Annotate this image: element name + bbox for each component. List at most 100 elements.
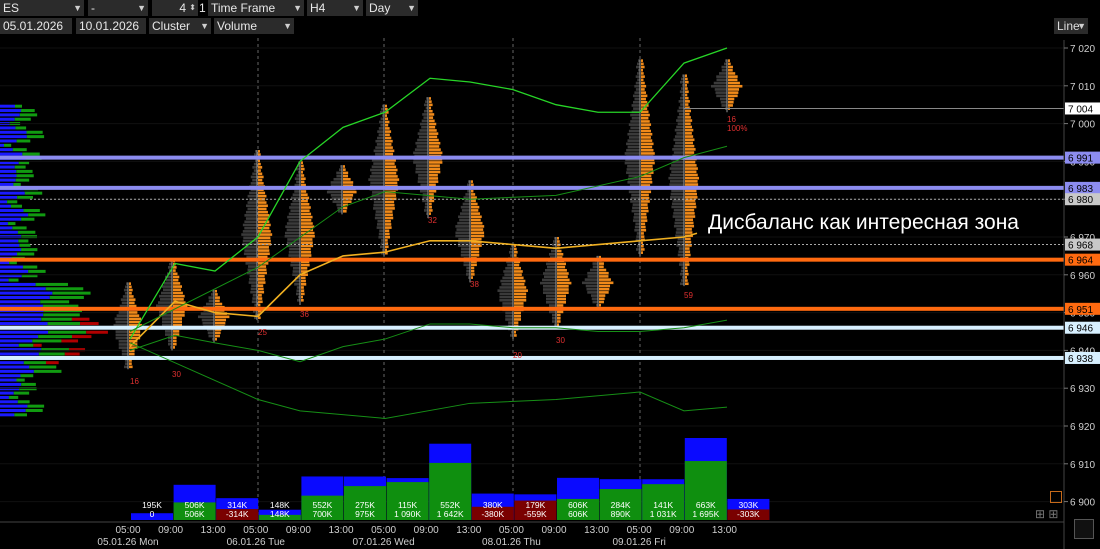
- cluster-level-ask: [641, 161, 655, 165]
- cluster-level-volume: [627, 139, 640, 142]
- profile-level-sell: [0, 369, 34, 373]
- cluster-level-volume: [673, 138, 684, 142]
- time-tick-label: 13:00: [328, 525, 353, 536]
- cluster-level-ask: [129, 365, 133, 369]
- profile-level-buy: [45, 287, 84, 291]
- cluster-level-volume: [296, 174, 300, 177]
- cluster-level-ask: [599, 281, 614, 285]
- cluster-level-volume: [288, 219, 300, 222]
- profile-level-sell: [0, 143, 4, 147]
- cluster-level-ask: [514, 282, 525, 286]
- cluster-chart[interactable]: 195K0506K506K314K-314K148K148K552K700K27…: [0, 0, 1100, 549]
- cluster-level-volume: [371, 165, 384, 169]
- cluster-level-volume: [631, 116, 640, 120]
- cluster-level-volume: [250, 175, 257, 179]
- cluster-level-volume: [503, 270, 513, 273]
- cluster-level-ask: [641, 84, 647, 88]
- cluster-level-ask: [301, 247, 311, 251]
- cluster-level-ask: [385, 136, 392, 140]
- cluster-level-ask: [385, 114, 387, 117]
- cluster-level-volume: [587, 271, 598, 275]
- cluster-level-volume: [635, 75, 640, 78]
- cluster-level-ask: [728, 62, 731, 66]
- cluster-level-volume: [380, 245, 384, 249]
- cluster-level-volume: [294, 177, 300, 180]
- cluster-level-ask: [129, 317, 142, 321]
- cluster-level-volume: [714, 88, 727, 91]
- price-tick-label: 6 910: [1070, 460, 1095, 471]
- cluster-level-volume: [540, 281, 556, 285]
- profile-level-buy: [20, 109, 35, 113]
- cluster-level-ask: [685, 231, 693, 234]
- cluster-level-volume: [165, 333, 172, 336]
- cluster-level-volume: [630, 120, 640, 123]
- price-axis[interactable]: 7 0207 0107 0006 9906 9806 9706 9606 950…: [1063, 40, 1095, 549]
- cluster-level-volume: [549, 310, 556, 314]
- cluster-level-volume: [590, 268, 598, 272]
- cluster-level-volume: [368, 178, 384, 181]
- cluster-level-ask: [301, 299, 304, 302]
- cluster-level-ask: [258, 249, 270, 252]
- cluster-level-volume: [635, 88, 640, 91]
- cluster-level-ask: [343, 165, 345, 168]
- cluster-level-ask: [641, 97, 646, 101]
- cluster-level-volume: [159, 294, 172, 298]
- cluster-level-ask: [685, 173, 698, 177]
- cluster-level-ask: [514, 318, 522, 321]
- cluster-level-ask: [685, 135, 694, 138]
- cluster-level-ask: [728, 81, 740, 85]
- cluster-level-ask: [557, 275, 568, 278]
- cluster-level-volume: [716, 94, 727, 98]
- cluster-level-volume: [552, 313, 556, 317]
- time-tick-label: 05:00: [115, 525, 140, 536]
- cluster-level-ask: [557, 240, 560, 243]
- cluster-level-volume: [242, 223, 257, 227]
- profile-level-sell: [0, 204, 11, 208]
- cluster-level-volume: [244, 226, 257, 230]
- cluster-level-volume: [118, 343, 128, 346]
- profile-count-label: 36: [300, 310, 309, 319]
- profile-level-delta: [80, 322, 99, 326]
- alert-icon[interactable]: [1050, 491, 1062, 503]
- cluster-level-ask: [641, 139, 653, 142]
- cluster-level-ask: [557, 272, 569, 275]
- cluster-level-ask: [258, 194, 267, 198]
- cluster-level-ask: [557, 288, 569, 291]
- chart-settings-button[interactable]: [1074, 519, 1094, 539]
- profile-level-sell: [0, 135, 27, 139]
- cluster-level-ask: [514, 289, 528, 292]
- cluster-level-volume: [375, 152, 384, 156]
- profile-count-label: 16: [727, 115, 736, 124]
- cluster-level-ask: [471, 183, 474, 187]
- cluster-level-ask: [641, 209, 649, 213]
- crosshair-icon[interactable]: ⊞ ⊞: [1035, 507, 1063, 521]
- cluster-level-volume: [635, 222, 640, 226]
- cluster-level-ask: [641, 177, 652, 181]
- cluster-level-volume: [636, 65, 640, 69]
- profile-level-buy: [16, 169, 33, 173]
- cluster-level-ask: [599, 291, 609, 294]
- cluster-level-ask: [685, 247, 690, 250]
- cluster-level-ask: [641, 148, 654, 152]
- cluster-level-ask: [429, 177, 439, 180]
- cluster-level-volume: [380, 117, 384, 121]
- cluster-level-ask: [471, 244, 482, 247]
- cluster-level-ask: [429, 209, 433, 212]
- profile-level-buy: [15, 126, 27, 130]
- profile-level-sell: [0, 361, 24, 365]
- cluster-level-ask: [641, 193, 649, 197]
- day-label: 06.01.26 Tue: [227, 537, 286, 548]
- cluster-level-volume: [290, 203, 300, 206]
- cluster-level-ask: [641, 232, 644, 235]
- cluster-level-volume: [248, 281, 257, 284]
- cluster-level-ask: [129, 285, 132, 289]
- cluster-level-volume: [161, 291, 172, 295]
- profile-level-sell: [0, 300, 41, 304]
- cluster-level-ask: [685, 96, 689, 100]
- cluster-level-volume: [677, 116, 684, 119]
- cluster-level-ask: [599, 262, 604, 265]
- cluster-level-ask: [641, 81, 645, 85]
- cluster-level-volume: [373, 203, 384, 207]
- time-axis[interactable]: 05:00 09:00 13:00 05:00 09:00 13:00 05:00 09:00…: [0, 521, 1064, 548]
- cluster-level-volume: [455, 225, 470, 228]
